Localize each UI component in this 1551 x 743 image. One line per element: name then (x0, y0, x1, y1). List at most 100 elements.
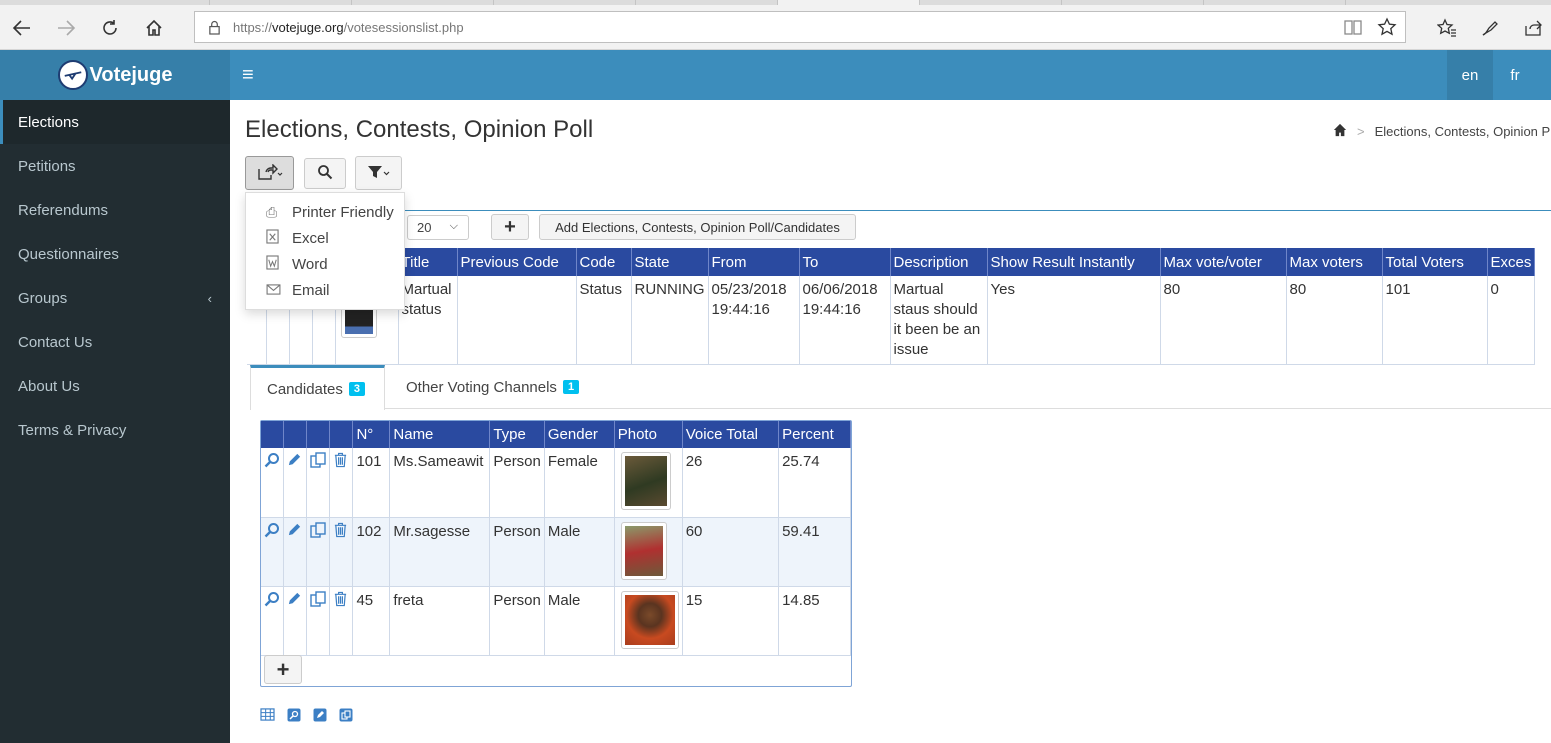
column-header[interactable]: Name (389, 421, 491, 448)
action-column-header (306, 421, 331, 448)
copy-icon[interactable] (310, 590, 327, 611)
view-action[interactable] (261, 517, 285, 587)
column-header[interactable]: N° (352, 421, 391, 448)
pencil-icon[interactable] (287, 453, 302, 471)
search-icon (317, 164, 333, 183)
magnifier-icon[interactable] (264, 522, 280, 542)
table-row[interactable]: 45 freta Person Male 15 14.85 (261, 586, 851, 656)
copy-action[interactable] (306, 448, 331, 518)
edit-action[interactable] (283, 448, 308, 518)
column-header[interactable]: Show Result Instantly (987, 248, 1161, 276)
menu-item-label: Excel (292, 229, 329, 247)
pencil-icon[interactable] (287, 523, 302, 541)
view-action[interactable] (261, 586, 285, 656)
table-grid-icon[interactable] (260, 708, 275, 725)
magnifier-icon[interactable] (264, 591, 280, 611)
menu-item-printer-friendly[interactable]: ⎙ Printer Friendly (246, 199, 404, 225)
reading-view-icon[interactable] (1343, 17, 1363, 40)
table-row[interactable]: 101 Ms.Sameawit Person Female 26 25.74 (261, 448, 851, 518)
column-header[interactable]: To (799, 248, 891, 276)
tab-candidates[interactable]: Candidates 3 (250, 365, 385, 410)
show-result-cell: Yes (987, 276, 1161, 365)
brand-logo[interactable]: Votejuge (0, 50, 230, 100)
menu-item-excel[interactable]: Excel (246, 225, 404, 251)
column-header[interactable]: Total Voters (1382, 248, 1488, 276)
pencil-icon[interactable] (287, 592, 302, 610)
lang-fr[interactable]: fr (1493, 50, 1537, 100)
excess-cell: 0 (1487, 276, 1536, 365)
sidebar-item-about-us[interactable]: About Us (0, 364, 230, 408)
home-icon[interactable] (1333, 123, 1347, 140)
candidate-photo[interactable] (620, 452, 671, 510)
column-header[interactable]: Max voters (1286, 248, 1383, 276)
favorites-hub-icon[interactable] (1430, 11, 1464, 45)
back-icon[interactable] (5, 11, 39, 45)
column-header[interactable]: Type (489, 421, 545, 448)
search-button[interactable] (304, 158, 346, 189)
sidebar-item-label: About Us (18, 377, 80, 395)
column-header[interactable]: Max vote/voter (1160, 248, 1287, 276)
view-action[interactable] (261, 448, 285, 518)
share-icon[interactable] (1516, 11, 1550, 45)
edit-action[interactable] (283, 517, 308, 587)
pen-notes-icon[interactable] (1473, 11, 1507, 45)
menu-item-email[interactable]: Email (246, 277, 404, 303)
view-record-icon[interactable] (287, 708, 301, 725)
trash-icon[interactable] (333, 591, 348, 611)
table-row[interactable]: 102 Mr.sagesse Person Male 60 59.41 (261, 517, 851, 587)
column-header[interactable]: Code (576, 248, 632, 276)
sidebar-item-terms-privacy[interactable]: Terms & Privacy (0, 408, 230, 452)
candidate-photo[interactable] (620, 521, 667, 580)
column-header[interactable]: Description (890, 248, 988, 276)
sidebar-item-contact-us[interactable]: Contact Us (0, 320, 230, 364)
column-header[interactable]: Exces (1487, 248, 1536, 276)
column-header[interactable]: Voice Total (682, 421, 780, 448)
home-icon[interactable] (137, 11, 171, 45)
address-bar[interactable]: https://votejuge.org/votesessionslist.ph… (194, 11, 1406, 43)
column-header[interactable]: Photo (614, 421, 683, 448)
table-row[interactable]: Martual status Status RUNNING 05/23/2018… (247, 276, 1536, 365)
menu-item-word[interactable]: Word (246, 251, 404, 277)
column-header[interactable]: From (708, 248, 800, 276)
breadcrumb-separator: > (1357, 124, 1365, 139)
breadcrumb-current: Elections, Contests, Opinion P (1374, 124, 1551, 139)
magnifier-icon[interactable] (264, 453, 280, 472)
copy-action[interactable] (306, 586, 331, 656)
copy-record-icon[interactable] (339, 708, 353, 725)
filter-button[interactable] (355, 156, 402, 190)
sidebar-item-questionnaires[interactable]: Questionnaires (0, 232, 230, 276)
page-size-select[interactable]: 20 ⌵ (407, 215, 469, 240)
to-cell: 06/06/2018 19:44:16 (799, 276, 891, 365)
copy-action[interactable] (306, 517, 331, 587)
delete-action[interactable] (329, 448, 354, 518)
lang-en[interactable]: en (1447, 50, 1493, 100)
trash-icon[interactable] (333, 522, 348, 542)
add-elections-button[interactable]: Add Elections, Contests, Opinion Poll/Ca… (539, 214, 856, 240)
column-header[interactable]: State (631, 248, 709, 276)
favorite-star-icon[interactable] (1377, 17, 1397, 40)
sidebar-item-petitions[interactable]: Petitions (0, 144, 230, 188)
column-header[interactable]: Title (398, 248, 458, 276)
column-header[interactable]: Percent (778, 421, 851, 448)
refresh-icon[interactable] (93, 11, 127, 45)
edit-action[interactable] (283, 586, 308, 656)
tab-other-voting-channels[interactable]: Other Voting Channels 1 (406, 365, 580, 409)
menu-toggle-icon[interactable]: ≡ (242, 64, 254, 87)
add-candidate-button[interactable]: + (264, 655, 302, 684)
candidate-photo[interactable] (620, 590, 679, 649)
sidebar-item-groups[interactable]: Groups ‹ (0, 276, 230, 320)
forward-icon[interactable] (49, 11, 83, 45)
gender-cell: Female (544, 448, 615, 518)
copy-icon[interactable] (310, 521, 327, 542)
column-header[interactable]: Gender (544, 421, 615, 448)
sidebar-item-elections[interactable]: Elections (0, 100, 230, 144)
sidebar-item-referendums[interactable]: Referendums (0, 188, 230, 232)
delete-action[interactable] (329, 586, 354, 656)
edit-record-icon[interactable] (313, 708, 327, 725)
copy-icon[interactable] (310, 452, 327, 472)
add-record-button[interactable]: + (491, 214, 529, 240)
trash-icon[interactable] (333, 452, 348, 472)
delete-action[interactable] (329, 517, 354, 587)
export-button[interactable] (245, 156, 294, 190)
column-header[interactable]: Previous Code (457, 248, 577, 276)
